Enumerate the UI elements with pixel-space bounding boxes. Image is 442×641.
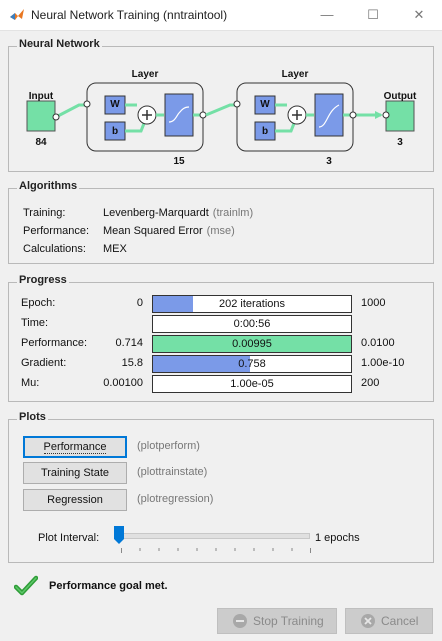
plots-panel: Plots Performance (plotperform) Training… — [8, 411, 434, 563]
progress-start-value: 0 — [136, 297, 143, 309]
progress-label: Epoch: — [21, 297, 56, 309]
progress-end-value: 1000 — [361, 297, 386, 309]
plot-interval-slider-track[interactable] — [121, 533, 310, 539]
panel-title-progress: Progress — [17, 274, 69, 286]
output-size: 3 — [397, 137, 403, 148]
algorithm-label: Calculations: — [23, 243, 86, 255]
progress-row-mu: Mu: 0.00100 1.00e-05 200 — [9, 375, 433, 393]
maximize-button[interactable]: ☐ — [350, 0, 396, 30]
slider-ticks — [121, 548, 311, 553]
plot-fn-regression: (plotregression) — [137, 493, 214, 505]
cancel-button[interactable]: Cancel — [345, 608, 433, 634]
plot-interval-value: 1 epochs — [315, 532, 360, 544]
progress-panel: Progress Epoch: 0 202 iterations 1000 Time: 0… — [8, 274, 434, 402]
progress-bar-text: 0.00995 — [232, 338, 272, 350]
layer-1-label: Layer — [131, 69, 159, 80]
progress-bar-text: 0.758 — [238, 358, 266, 370]
progress-row-epoch: Epoch: 0 202 iterations 1000 — [9, 295, 433, 313]
panel-title-plots: Plots — [17, 411, 48, 423]
progress-bar-text: 0:00:56 — [233, 318, 271, 330]
progress-end-value: 200 — [361, 377, 380, 389]
plot-interval-label: Plot Interval: — [38, 532, 100, 544]
plot-fn-perform: (plotperform) — [137, 440, 200, 452]
layer-2-label: Layer — [281, 69, 309, 80]
progress-label: Gradient: — [21, 357, 67, 369]
progress-bar: 202 iterations — [152, 295, 352, 313]
algorithm-fn: (mse) — [206, 225, 235, 237]
input-node — [26, 100, 56, 132]
layer-2-b-label: b — [261, 126, 269, 137]
progress-end-value: 0.0100 — [361, 337, 395, 349]
status-message: Performance goal met. — [49, 580, 168, 592]
progress-bar: 1.00e-05 — [152, 375, 352, 393]
network-diagram: Input 84 Output 3 Layer W b 15 Layer W b… — [9, 47, 433, 171]
input-label: Input — [28, 91, 54, 102]
progress-start-value: 15.8 — [121, 357, 143, 369]
progress-start-value: 0.714 — [115, 337, 143, 349]
progress-row-time: Time: 0:00:56 — [9, 315, 433, 333]
title-bar: Neural Network Training (nntraintool) — … — [0, 0, 442, 31]
progress-label: Time: — [21, 317, 49, 329]
algorithm-fn: (trainlm) — [212, 207, 254, 219]
network-diagram-svg — [26, 82, 415, 152]
minimize-button[interactable]: — — [304, 0, 350, 30]
progress-end-value: 1.00e-10 — [361, 357, 405, 369]
stop-training-button[interactable]: Stop Training — [217, 608, 337, 634]
layer-2-w-label: W — [260, 99, 270, 110]
training-state-plot-button[interactable]: Training State — [23, 462, 127, 484]
progress-label: Performance: — [21, 337, 88, 349]
layer-1-b-label: b — [111, 126, 119, 137]
algorithm-value: Levenberg-Marquardt (trainlm) — [103, 207, 254, 219]
progress-row-gradient: Gradient: 15.8 0.758 1.00e-10 — [9, 355, 433, 373]
layer-2-size: 3 — [326, 156, 332, 167]
algorithm-label: Training: — [23, 207, 66, 219]
close-button[interactable]: ✕ — [396, 0, 442, 30]
progress-bar-text: 202 iterations — [218, 298, 286, 310]
algorithm-label: Performance: — [23, 225, 90, 237]
progress-start-value: 0.00100 — [103, 377, 143, 389]
output-node — [385, 100, 415, 132]
progress-bar: 0:00:56 — [152, 315, 352, 333]
progress-bar-text: 1.00e-05 — [230, 378, 274, 390]
input-size: 84 — [35, 137, 47, 148]
layer-1-w-label: W — [110, 99, 120, 110]
progress-bar: 0.758 — [152, 355, 352, 373]
plot-fn-trainstate: (plottrainstate) — [137, 466, 208, 478]
neural-network-panel: Neural Network Input 84 Output 3 Layer W… — [8, 38, 434, 172]
layer-1-size: 15 — [173, 156, 185, 167]
output-label: Output — [383, 91, 417, 102]
performance-plot-button[interactable]: Performance — [23, 436, 127, 458]
window-title: Neural Network Training (nntraintool) — [31, 8, 228, 22]
panel-title-algorithms: Algorithms — [17, 180, 80, 192]
layer-1-transfer-box — [164, 93, 194, 137]
regression-plot-button[interactable]: Regression — [23, 489, 127, 511]
plot-interval-slider-thumb[interactable] — [114, 526, 124, 544]
algorithms-panel: Algorithms Training: Levenberg-Marquardt… — [8, 180, 434, 264]
progress-label: Mu: — [21, 377, 40, 389]
algorithm-value: MEX — [103, 243, 127, 255]
progress-bar: 0.00995 — [152, 335, 352, 353]
checkmark-icon — [14, 575, 38, 596]
algorithm-value: Mean Squared Error (mse) — [103, 225, 235, 237]
stop-icon — [233, 614, 247, 628]
matlab-logo-icon — [10, 9, 24, 20]
cancel-icon — [361, 614, 375, 628]
progress-row-performance: Performance: 0.714 0.00995 0.0100 — [9, 335, 433, 353]
